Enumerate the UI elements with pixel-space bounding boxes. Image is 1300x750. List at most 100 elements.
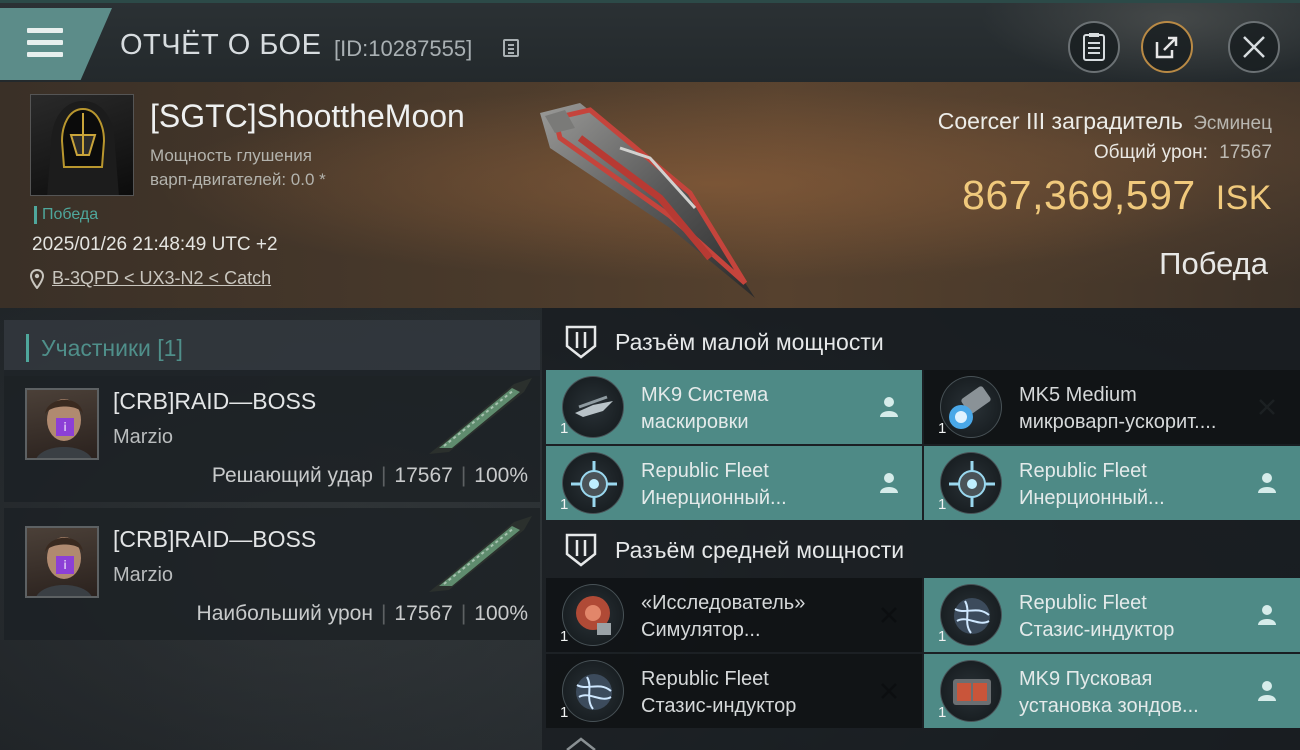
kill-location[interactable]: B-3QPD < UX3-N2 < Catch bbox=[30, 268, 271, 289]
module-quantity: 1 bbox=[938, 628, 947, 645]
module-name: «Исследователь» Симулятор... bbox=[641, 590, 881, 644]
kill-datetime: 2025/01/26 21:48:49 UTC +2 bbox=[32, 234, 278, 255]
page-title: ОТЧЁТ О БОЕ bbox=[120, 29, 322, 61]
person-icon bbox=[880, 397, 898, 417]
module-name-line1: «Исследователь» bbox=[641, 592, 806, 614]
module-item[interactable]: 1 MK9 Система маскировки bbox=[546, 370, 922, 444]
total-damage-value: 17567 bbox=[1219, 142, 1272, 163]
mid-slot-icon bbox=[565, 533, 597, 567]
module-name-line1: Republic Fleet bbox=[1019, 460, 1147, 482]
location-pin-icon bbox=[30, 268, 44, 289]
faction-badge: ⅰ bbox=[56, 556, 74, 574]
participant-name[interactable]: [CRB]RAID—BOSS bbox=[113, 388, 316, 415]
destroyed-x-icon bbox=[881, 683, 897, 699]
battle-result: Победа bbox=[1159, 246, 1268, 281]
module-name-line2: Стазис-индуктор bbox=[1019, 619, 1175, 641]
copy-icon[interactable] bbox=[503, 39, 519, 57]
module-item[interactable]: 1 Republic Fleet Стазис-индуктор bbox=[546, 654, 922, 728]
location-link[interactable]: B-3QPD < UX3-N2 < Catch bbox=[52, 268, 271, 289]
module-name-line2: маскировки bbox=[641, 411, 749, 433]
isk-unit: ISK bbox=[1215, 179, 1272, 217]
share-button[interactable] bbox=[1141, 21, 1193, 73]
isk-value: 867,369,597 ISK bbox=[962, 172, 1272, 219]
clipboard-icon bbox=[1083, 33, 1105, 61]
module-name: Republic Fleet Стазис-индуктор bbox=[641, 666, 881, 720]
module-name-line2: Симулятор... bbox=[641, 619, 761, 641]
person-icon bbox=[880, 473, 898, 493]
warp-disruption-label: Мощность глушения bbox=[150, 146, 312, 165]
warp-disruption-info: Мощность глушения варп-двигателей: 0.0 * bbox=[150, 144, 410, 192]
module-item[interactable]: 1 «Исследователь» Симулятор... bbox=[546, 578, 922, 652]
participant-card[interactable]: ⅰ [CRB]RAID—BOSS Marzio Наибольший урон … bbox=[4, 508, 540, 640]
stats-divider: | bbox=[380, 464, 387, 487]
stats-divider: | bbox=[460, 464, 467, 487]
participant-damage: 17567 bbox=[394, 464, 453, 487]
participant-ship-image[interactable] bbox=[424, 514, 534, 598]
module-item[interactable]: 1 Republic Fleet Инерционный... bbox=[546, 446, 922, 520]
participant-role: Наибольший урон bbox=[196, 602, 373, 625]
ship-name: Coercer III заградитель bbox=[937, 108, 1183, 134]
victim-panel: [SGTC]ShoottheMoon Мощность глушения вар… bbox=[0, 82, 1300, 308]
stasis-webifier-icon bbox=[562, 660, 624, 722]
person-icon bbox=[1258, 681, 1276, 701]
module-name-line1: Republic Fleet bbox=[1019, 592, 1147, 614]
module-name-line2: Инерционный... bbox=[641, 487, 787, 509]
victim-avatar[interactable] bbox=[30, 94, 134, 196]
participant-ship-image[interactable] bbox=[424, 376, 534, 460]
ship-type[interactable]: Coercer III заградитель Эсминец bbox=[938, 108, 1272, 135]
participants-header: Участники [1] bbox=[4, 320, 540, 376]
module-item[interactable]: 1 MK5 Medium микроварп-ускорит.... bbox=[924, 370, 1300, 444]
hooded-figure-icon bbox=[47, 101, 119, 195]
destroyed-x-icon bbox=[1259, 399, 1275, 415]
scanner-simulator-icon bbox=[562, 584, 624, 646]
participant-damage: 17567 bbox=[394, 602, 453, 625]
module-item[interactable]: 1 MK9 Пусковая установка зондов... bbox=[924, 654, 1300, 728]
module-item[interactable]: 1 Republic Fleet Инерционный... bbox=[924, 446, 1300, 520]
module-item[interactable]: 1 Republic Fleet Стазис-индуктор bbox=[924, 578, 1300, 652]
total-damage: Общий урон: 17567 bbox=[1094, 142, 1272, 164]
participant-role: Решающий удар bbox=[211, 464, 373, 487]
module-name-line2: Стазис-индуктор bbox=[641, 695, 797, 717]
next-slot-icon bbox=[566, 737, 596, 750]
clipboard-button[interactable] bbox=[1068, 21, 1120, 73]
warp-disruption-value: варп-двигателей: 0.0 * bbox=[150, 170, 326, 189]
destroyed-x-icon bbox=[881, 607, 897, 623]
module-name: MK5 Medium микроварп-ускорит.... bbox=[1019, 382, 1259, 436]
probe-launcher-icon bbox=[940, 660, 1002, 722]
module-name: MK9 Система маскировки bbox=[641, 382, 881, 436]
participant-name[interactable]: [CRB]RAID—BOSS bbox=[113, 526, 316, 553]
close-button[interactable] bbox=[1228, 21, 1280, 73]
inertial-stabilizer-icon bbox=[562, 452, 624, 514]
low-slot-header: Разъём малой мощности bbox=[542, 310, 1300, 374]
person-icon bbox=[1258, 473, 1276, 493]
stasis-webifier-icon bbox=[940, 584, 1002, 646]
stats-divider: | bbox=[460, 602, 467, 625]
mid-slot-header: Разъём средней мощности bbox=[542, 518, 1300, 582]
participant-corp: Marzio bbox=[113, 426, 174, 448]
victim-ship-image bbox=[540, 103, 755, 298]
top-bar: ОТЧЁТ О БОЕ [ID:10287555] bbox=[0, 0, 1300, 85]
participants-panel: Участники [1] ⅰ [CRB]RAID—BOSS Marzio Ре… bbox=[0, 308, 542, 750]
module-quantity: 1 bbox=[560, 420, 569, 437]
module-quantity: 1 bbox=[560, 704, 569, 721]
participant-card[interactable]: ⅰ [CRB]RAID—BOSS Marzio Решающий удар | … bbox=[4, 370, 540, 502]
stats-divider: | bbox=[380, 602, 387, 625]
isk-amount: 867,369,597 bbox=[962, 172, 1196, 218]
menu-button[interactable] bbox=[0, 8, 112, 80]
victim-name[interactable]: [SGTC]ShoottheMoon bbox=[150, 98, 465, 135]
share-icon bbox=[1155, 36, 1178, 59]
module-quantity: 1 bbox=[938, 420, 947, 437]
total-damage-label: Общий урон: bbox=[1093, 142, 1208, 163]
faction-badge: ⅰ bbox=[56, 418, 74, 436]
module-name-line1: Republic Fleet bbox=[641, 668, 769, 690]
module-name-line2: установка зондов... bbox=[1019, 695, 1199, 717]
module-name-line1: MK5 Medium bbox=[1019, 384, 1137, 406]
module-name: MK9 Пусковая установка зондов... bbox=[1019, 666, 1259, 720]
fittings-panel: Разъём малой мощности 1 MK9 Система маск… bbox=[542, 308, 1300, 750]
module-name-line1: Republic Fleet bbox=[641, 460, 769, 482]
inertial-stabilizer-icon bbox=[940, 452, 1002, 514]
module-quantity: 1 bbox=[938, 704, 947, 721]
module-name-line2: Инерционный... bbox=[1019, 487, 1165, 509]
mid-slot-title: Разъём средней мощности bbox=[615, 536, 905, 563]
report-id: [ID:10287555] bbox=[334, 36, 473, 61]
